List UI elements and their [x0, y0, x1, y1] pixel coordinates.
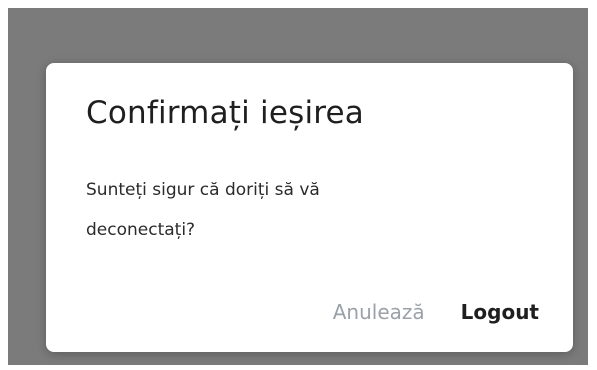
dialog-message: Sunteți sigur că doriți să vă deconectaț… — [86, 180, 320, 240]
dialog-title: Confirmați ieșirea — [86, 95, 364, 131]
logout-button[interactable]: Logout — [453, 294, 547, 330]
dialog-actions: Anulează Logout — [325, 294, 547, 330]
logout-confirm-dialog: Confirmați ieșirea Sunteți sigur că dori… — [46, 63, 573, 352]
cancel-button[interactable]: Anulează — [325, 294, 433, 330]
screen: Confirmați ieșirea Sunteți sigur că dori… — [0, 0, 597, 370]
